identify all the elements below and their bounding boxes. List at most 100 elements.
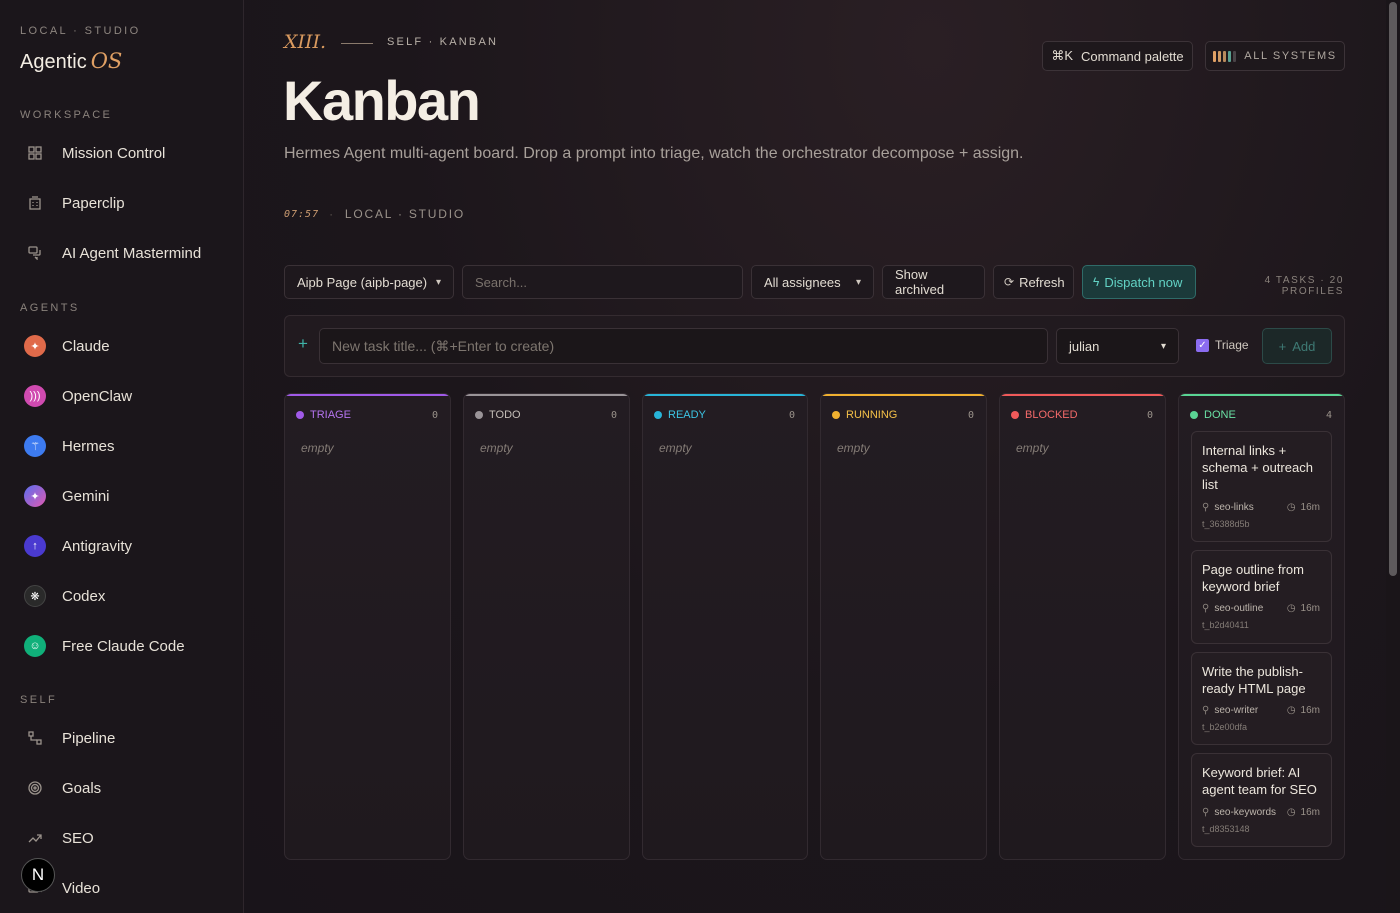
column-header: RUNNING 0	[832, 409, 974, 421]
sidebar-item-antigravity[interactable]: ↑ Antigravity	[20, 526, 224, 566]
antigravity-icon: ↑	[24, 535, 46, 557]
refresh-icon: ⟳	[1004, 275, 1015, 289]
sidebar-item-label: OpenClaw	[62, 387, 133, 405]
breadcrumb: SELF · KANBAN	[387, 36, 499, 48]
status-dot	[654, 411, 662, 419]
dev-tools-badge[interactable]: N	[21, 858, 55, 892]
column-accent	[643, 394, 807, 396]
empty-state: empty	[1016, 441, 1049, 455]
task-profile: ⚲ seo-writer	[1202, 705, 1258, 716]
column-title: READY	[668, 409, 706, 421]
column-accent	[285, 394, 450, 396]
scrollbar-thumb[interactable]	[1389, 2, 1397, 576]
openclaw-icon: )))	[24, 385, 46, 407]
column-accent	[464, 394, 629, 396]
column-count: 0	[1146, 409, 1153, 421]
task-profile-name: seo-links	[1214, 502, 1254, 513]
column-title: BLOCKED	[1025, 409, 1078, 421]
task-profile-name: seo-outline	[1214, 603, 1264, 614]
dispatch-now-button[interactable]: ϟ Dispatch now	[1082, 265, 1196, 299]
chevron-down-icon: ▾	[1160, 340, 1166, 352]
show-archived-label: Show archived	[895, 267, 945, 297]
task-card[interactable]: Write the publish-ready HTML page ⚲ seo-w…	[1191, 652, 1332, 745]
refresh-button[interactable]: ⟳ Refresh	[993, 265, 1074, 299]
sidebar-item-free-claude-code[interactable]: ☺ Free Claude Code	[20, 626, 224, 666]
empty-state: empty	[659, 441, 692, 455]
sidebar-item-ai-agent-mastermind[interactable]: AI Agent Mastermind	[20, 233, 224, 273]
add-task-button[interactable]: + Add	[1262, 328, 1332, 364]
column-header: BLOCKED 0	[1011, 409, 1153, 421]
column-ready[interactable]: READY 0 empty	[642, 393, 808, 860]
column-blocked[interactable]: BLOCKED 0 empty	[999, 393, 1166, 860]
sidebar-item-paperclip[interactable]: Paperclip	[20, 183, 224, 223]
search-input[interactable]: Search...	[462, 265, 743, 299]
column-triage[interactable]: TRIAGE 0 empty	[284, 393, 451, 860]
sidebar-item-label: Codex	[62, 587, 106, 605]
column-header: TRIAGE 0	[296, 409, 438, 421]
pipeline-icon	[24, 727, 46, 749]
status-dot	[475, 411, 483, 419]
column-count: 0	[967, 409, 974, 421]
task-profile: ⚲ seo-keywords	[1202, 807, 1276, 818]
building-icon	[24, 192, 46, 214]
command-palette-label: Command palette	[1081, 48, 1184, 64]
status-dot	[1011, 411, 1019, 419]
sidebar-item-label: Paperclip	[62, 194, 125, 212]
column-accent	[821, 394, 986, 396]
column-todo[interactable]: TODO 0 empty	[463, 393, 630, 860]
new-task-input[interactable]: New task title... (⌘+Enter to create)	[319, 328, 1048, 364]
task-id: t_d8353148	[1202, 824, 1250, 834]
sidebar-item-label: SEO	[62, 829, 94, 847]
claude-icon: ✦	[24, 335, 46, 357]
section-workspace: WORKSPACE	[20, 109, 113, 121]
column-count: 0	[610, 409, 617, 421]
section-self: SELF	[20, 694, 58, 706]
triage-checkbox[interactable]: ✓	[1196, 339, 1209, 352]
sidebar-item-openclaw[interactable]: ))) OpenClaw	[20, 376, 224, 416]
task-age: ◷ 16m	[1287, 502, 1320, 513]
sidebar-item-mission-control[interactable]: Mission Control	[20, 133, 224, 173]
sidebar-item-gemini[interactable]: ✦ Gemini	[20, 476, 224, 516]
sidebar-item-hermes[interactable]: ⚚ Hermes	[20, 426, 224, 466]
free-claude-code-icon: ☺	[24, 635, 46, 657]
column-header: TODO 0	[475, 409, 617, 421]
sidebar: LOCAL · STUDIO Agentic OS WORKSPACE Missi…	[0, 0, 244, 913]
chevron-down-icon: ▾	[435, 276, 441, 288]
column-done[interactable]: DONE 4 Internal links + schema + outreac…	[1178, 393, 1345, 860]
sidebar-item-claude[interactable]: ✦ Claude	[20, 326, 224, 366]
sidebar-item-label: Mission Control	[62, 144, 166, 162]
clock-time: 07:57	[284, 208, 320, 220]
sidebar-item-codex[interactable]: ❋ Codex	[20, 576, 224, 616]
task-card[interactable]: Page outline from keyword brief ⚲ seo-out…	[1191, 550, 1332, 644]
status-dot	[1190, 411, 1198, 419]
codex-icon: ❋	[24, 585, 46, 607]
board-select[interactable]: Aipb Page (aipb-page) ▾	[284, 265, 454, 299]
task-card[interactable]: Internal links + schema + outreach list …	[1191, 431, 1332, 542]
column-running[interactable]: RUNNING 0 empty	[820, 393, 987, 860]
task-title: Keyword brief: AI agent team for SEO	[1202, 765, 1317, 797]
sidebar-item-goals[interactable]: Goals	[20, 768, 224, 808]
triage-label: Triage	[1215, 338, 1249, 352]
section-numeral: XIII.	[284, 31, 327, 53]
assignee-filter-select[interactable]: All assignees ▾	[751, 265, 874, 299]
column-header: DONE 4	[1190, 409, 1332, 421]
column-count: 0	[431, 409, 438, 421]
new-task-assignee-select[interactable]: julian ▾	[1056, 328, 1179, 364]
task-card[interactable]: Keyword brief: AI agent team for SEO ⚲ se…	[1191, 753, 1332, 847]
task-id: t_b2d40411	[1202, 620, 1249, 630]
command-palette-button[interactable]: ⌘K Command palette	[1042, 41, 1193, 71]
sidebar-item-label: Pipeline	[62, 729, 116, 747]
all-systems-button[interactable]: ALL SYSTEMS	[1205, 41, 1345, 71]
dispatch-label: Dispatch now	[1104, 274, 1183, 290]
show-archived-button[interactable]: Show archived	[882, 265, 985, 299]
search-placeholder: Search...	[475, 274, 528, 290]
plus-icon: +	[1278, 338, 1287, 354]
sidebar-item-label: Free Claude Code	[62, 637, 185, 655]
brand-logo[interactable]: Agentic OS	[20, 49, 122, 74]
sidebar-item-pipeline[interactable]: Pipeline	[20, 718, 224, 758]
sidebar-item-seo[interactable]: SEO	[20, 818, 224, 858]
task-age: ◷ 16m	[1287, 705, 1320, 716]
column-count: 4	[1325, 409, 1332, 421]
hermes-icon: ⚚	[24, 435, 46, 457]
task-profile-name: seo-writer	[1214, 705, 1259, 716]
